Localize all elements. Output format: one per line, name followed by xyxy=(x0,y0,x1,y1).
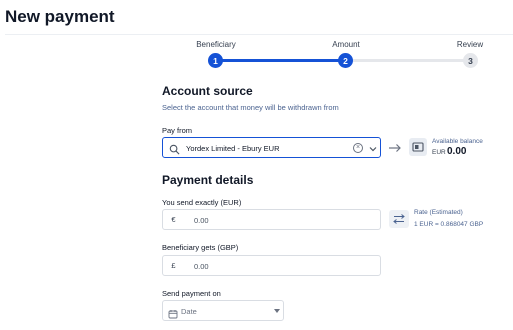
step-label-review: Review xyxy=(456,40,484,49)
account-source-hint: Select the account that money will be wi… xyxy=(162,103,339,112)
search-icon xyxy=(169,142,180,160)
pay-from-label: Pay from xyxy=(162,126,193,135)
receive-amount-label: Beneficiary gets (GBP) xyxy=(162,243,239,252)
caret-down-icon xyxy=(274,309,280,313)
euro-prefix: € xyxy=(171,215,176,224)
pound-prefix: £ xyxy=(171,261,176,270)
rate-label: Rate (Estimated) xyxy=(414,209,463,216)
swap-icon[interactable] xyxy=(389,210,409,228)
send-amount-value: 0.00 xyxy=(194,216,209,225)
send-amount-input[interactable]: € 0.00 xyxy=(162,209,381,230)
available-balance-currency: EUR xyxy=(432,149,446,156)
stepper-progress-remaining xyxy=(346,59,470,62)
chevron-down-icon[interactable] xyxy=(368,142,378,160)
available-balance-label: Available balance xyxy=(432,138,483,145)
send-amount-label: You send exactly (EUR) xyxy=(162,198,242,207)
clear-icon[interactable]: × xyxy=(353,143,363,153)
wallet-icon xyxy=(409,138,427,156)
send-on-label: Send payment on xyxy=(162,289,221,298)
available-balance-amount: 0.00 xyxy=(447,146,467,157)
account-source-title: Account source xyxy=(162,84,253,98)
date-placeholder: Date xyxy=(181,307,197,316)
stepper-progress-completed xyxy=(216,59,346,62)
step-label-beneficiary: Beneficiary xyxy=(196,40,236,49)
page-title: New payment xyxy=(5,7,115,26)
title-divider xyxy=(5,34,513,35)
step-label-amount: Amount xyxy=(332,40,360,49)
calendar-icon xyxy=(168,306,178,324)
pay-from-value: Yordex Limited - Ebury EUR xyxy=(186,144,280,153)
receive-amount-value: 0.00 xyxy=(194,262,209,271)
step-circle-review[interactable]: 3 xyxy=(463,53,478,68)
step-circle-amount[interactable]: 2 xyxy=(338,53,353,68)
step-circle-beneficiary[interactable]: 1 xyxy=(208,53,223,68)
arrow-right-icon xyxy=(388,141,402,159)
date-select[interactable]: Date xyxy=(162,300,284,321)
stepper: Beneficiary 1 Amount 2 Review 3 xyxy=(160,38,500,72)
payment-details-title: Payment details xyxy=(162,173,254,187)
pay-from-select[interactable]: Yordex Limited - Ebury EUR × xyxy=(162,137,381,158)
rate-value: 1 EUR = 0.868047 GBP xyxy=(414,221,484,228)
receive-amount-input[interactable]: £ 0.00 xyxy=(162,255,381,276)
